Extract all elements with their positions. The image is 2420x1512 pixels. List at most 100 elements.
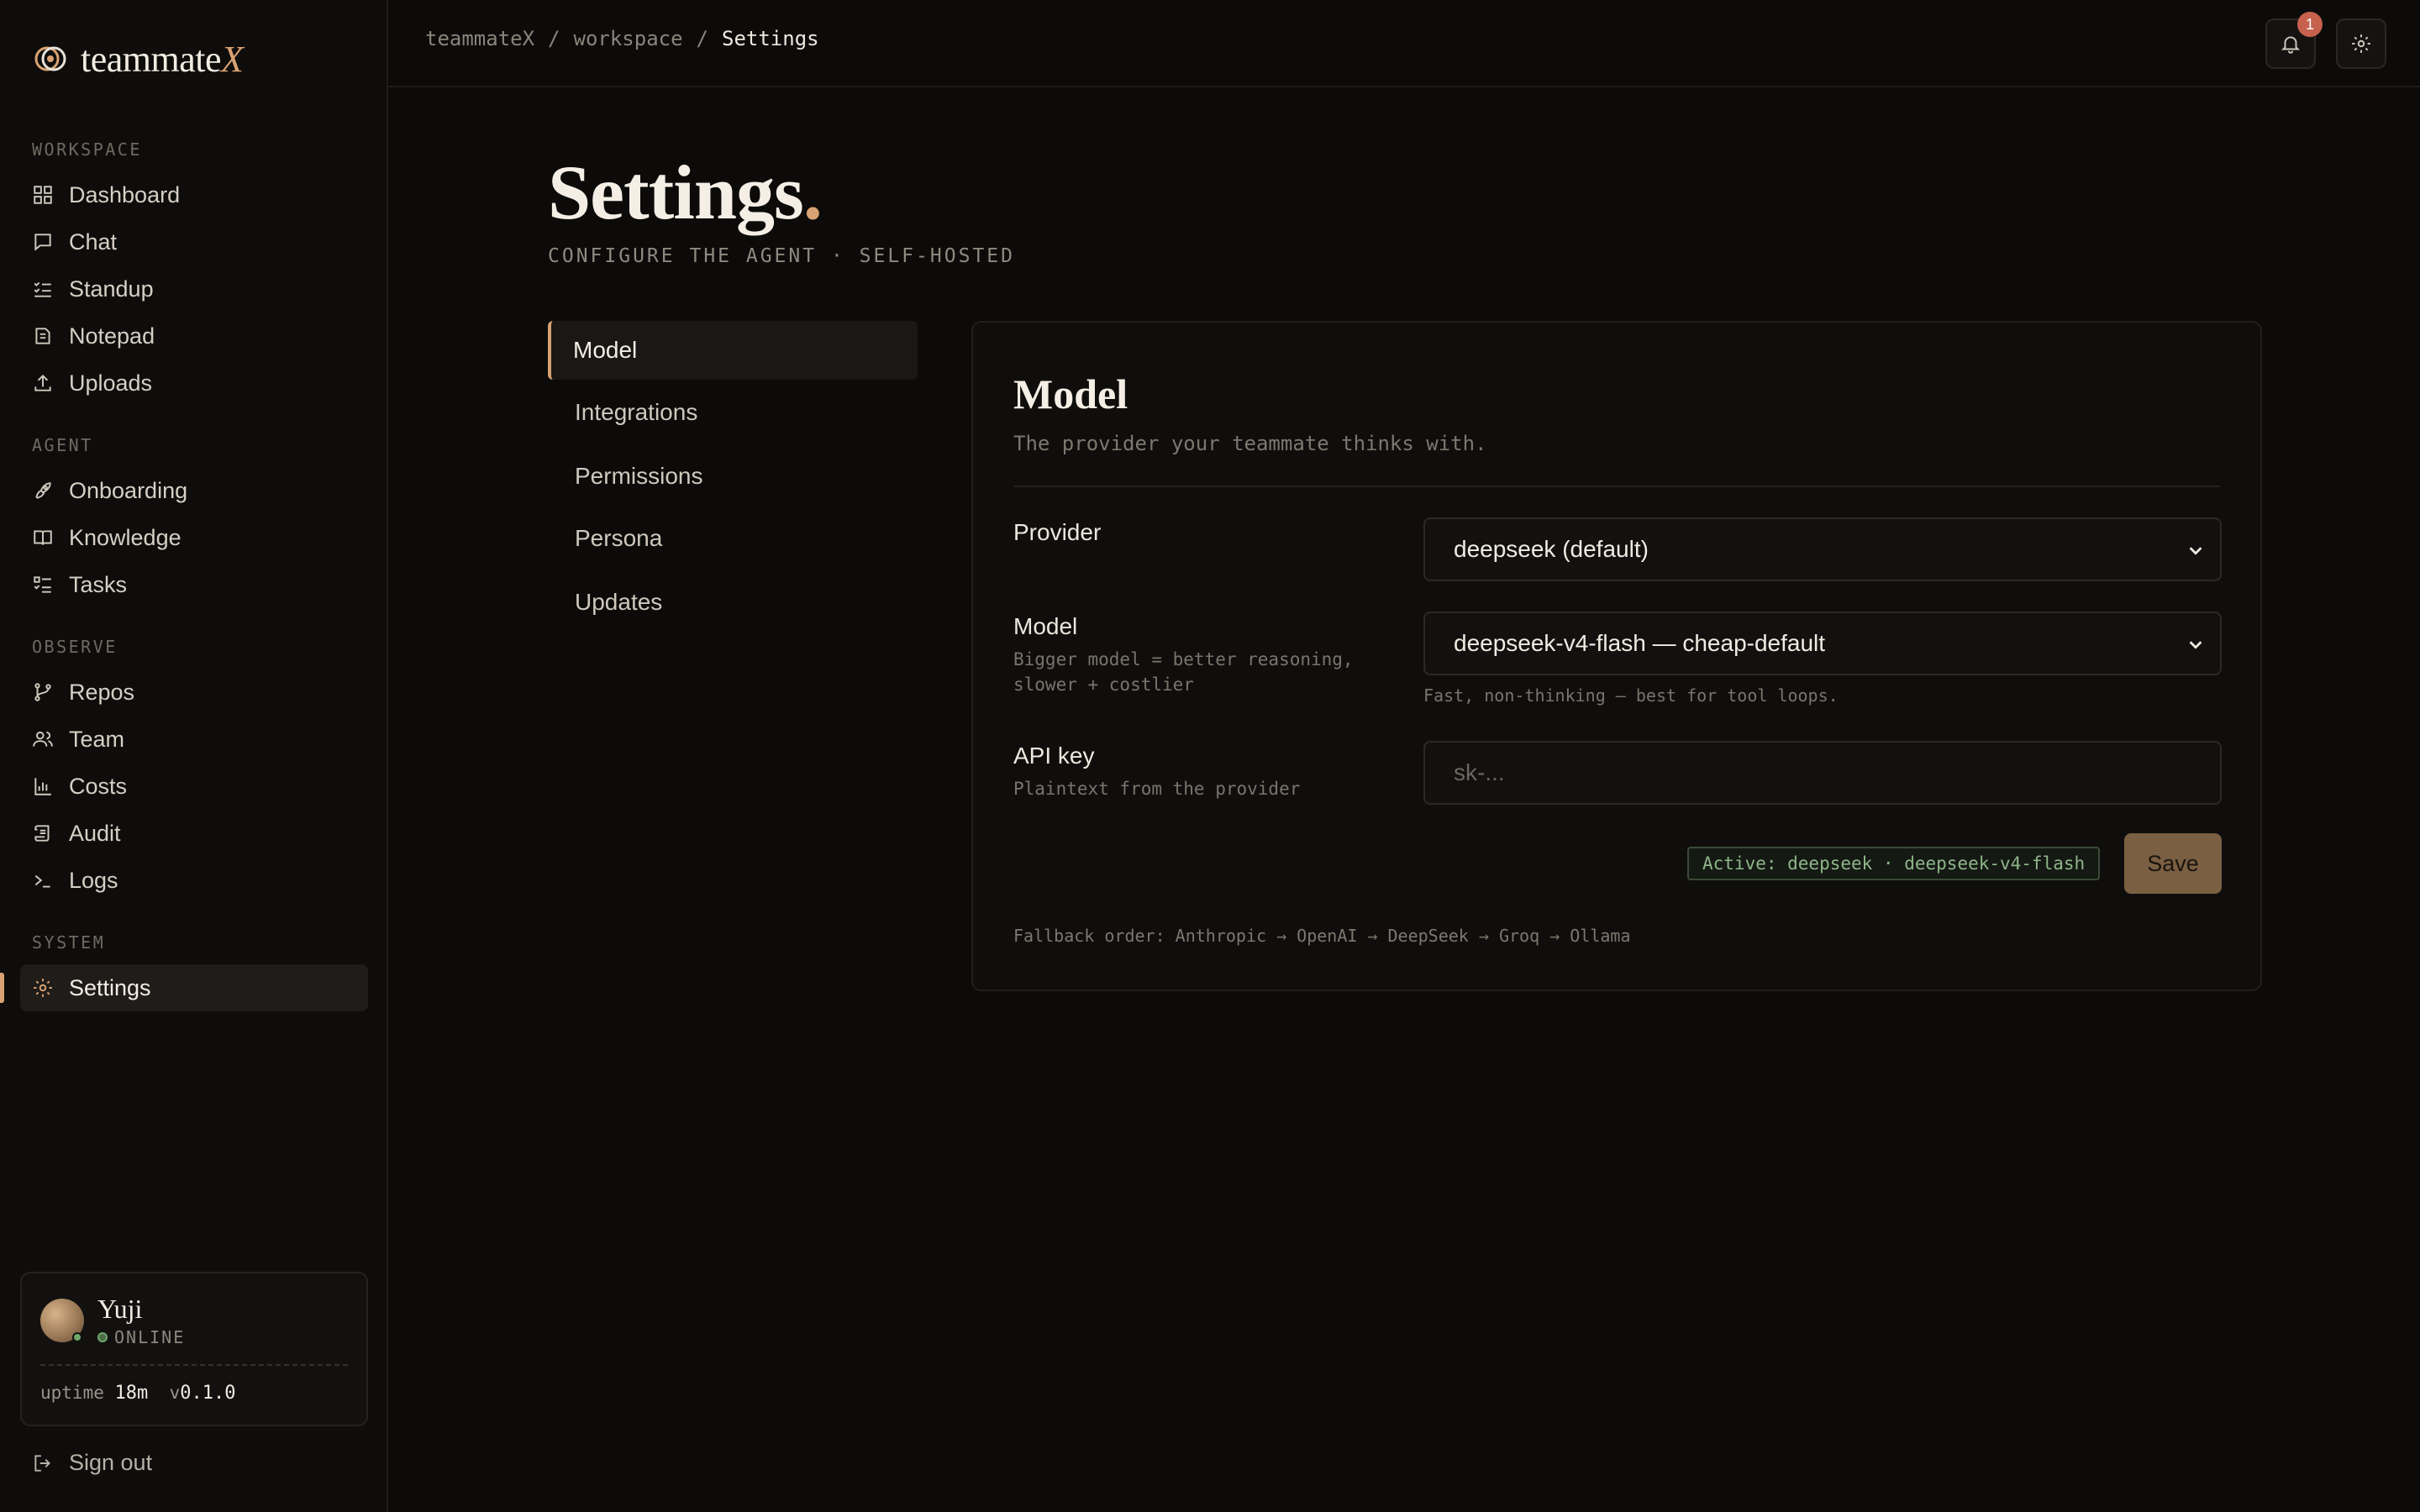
panel-title: Model [1013, 370, 1128, 417]
panel-subtitle: The provider your teammate thinks with. [1013, 432, 1487, 455]
sidebar-item-costs[interactable]: Costs [20, 763, 368, 810]
divider [1013, 486, 2220, 487]
settings-button[interactable] [2336, 18, 2386, 69]
rocket-icon [35, 482, 51, 499]
nav-section-workspace: WORKSPACE [32, 139, 142, 160]
fallback-order: Fallback order: Anthropic → OpenAI → Dee… [1013, 926, 1631, 946]
sidebar-item-label: Repos [69, 679, 135, 705]
sidebar-item-knowledge[interactable]: Knowledge [20, 514, 368, 561]
gear-icon [2352, 34, 2370, 53]
model-label: Model [1013, 613, 1078, 639]
sidebar-item-label: Tasks [69, 571, 128, 597]
sidebar-item-label: Dashboard [69, 181, 181, 207]
breadcrumb: teammateX / workspace / Settings [425, 27, 819, 50]
sidebar-item-uploads[interactable]: Uploads [20, 360, 368, 407]
chevron-down-icon [2189, 547, 2202, 555]
avatar-status-dot [72, 1332, 82, 1342]
tab-integrations[interactable]: Integrations [548, 383, 918, 442]
sidebar-item-dashboard[interactable]: Dashboard [20, 171, 368, 218]
sign-out-button[interactable]: Sign out [32, 1450, 152, 1476]
sidebar-item-chat[interactable]: Chat [20, 218, 368, 265]
nav-section-observe: OBSERVE [32, 637, 118, 657]
users-icon [33, 731, 53, 747]
logo-icon [34, 46, 66, 71]
api-key-label: API key [1013, 743, 1095, 769]
chevron-down-icon [2189, 641, 2202, 649]
page-subtitle: CONFIGURE THE AGENT · SELF-HOSTED [548, 245, 1015, 267]
sidebar-item-label: Logs [69, 867, 118, 893]
provider-select[interactable]: deepseek (default) [1423, 517, 2222, 581]
brand-name: teammateX [81, 38, 244, 80]
chat-icon [34, 234, 51, 251]
model-help: Bigger model = better reasoning, slower … [1013, 649, 1354, 695]
model-select[interactable]: deepseek-v4-flash — cheap-default [1423, 612, 2222, 675]
bell-icon [2281, 36, 2301, 54]
notification-badge: 1 [2297, 12, 2323, 37]
sidebar-item-label: Audit [69, 820, 121, 846]
brand[interactable]: teammateX [32, 34, 244, 84]
sidebar-item-notepad[interactable]: Notepad [20, 312, 368, 360]
sidebar-item-label: Knowledge [69, 524, 182, 550]
nav-section-system: SYSTEM [32, 932, 106, 953]
git-branch-icon [34, 683, 51, 701]
topbar: teammateX / workspace / Settings 1 [388, 0, 2420, 87]
sidebar-item-label: Uploads [69, 370, 153, 396]
tasks-icon [34, 576, 51, 593]
api-key-input[interactable]: sk-... [1423, 741, 2222, 805]
tab-persona[interactable]: Persona [548, 509, 918, 568]
sidebar-item-team[interactable]: Team [20, 716, 368, 763]
user-meta: uptime 18m v0.1.0 [40, 1383, 236, 1404]
breadcrumb-separator: / [548, 27, 560, 50]
breadcrumb-separator: / [696, 27, 708, 50]
gear-icon [34, 979, 52, 997]
breadcrumb-item-root[interactable]: teammateX [425, 27, 534, 50]
sign-out-label: Sign out [69, 1450, 153, 1475]
bar-chart-icon [34, 778, 51, 795]
online-dot-icon [97, 1332, 108, 1342]
tab-updates[interactable]: Updates [548, 573, 918, 632]
sidebar-item-label: Onboarding [69, 477, 188, 503]
user-card[interactable]: Yuji ONLINE uptime 18m v0.1.0 [20, 1272, 368, 1426]
checklist-icon [34, 281, 51, 297]
sidebar-item-label: Settings [69, 974, 151, 1000]
sidebar-item-repos[interactable]: Repos [20, 669, 368, 716]
terminal-icon [34, 874, 50, 888]
sign-out-icon [34, 1454, 50, 1472]
user-status: ONLINE [97, 1327, 185, 1347]
sidebar-item-label: Standup [69, 276, 154, 302]
sidebar-item-label: Notepad [69, 323, 155, 349]
scroll-icon [34, 825, 50, 842]
model-note: Fast, non-thinking — best for tool loops… [1423, 685, 1839, 706]
provider-label: Provider [1013, 519, 1102, 545]
model-settings-panel: Model The provider your teammate thinks … [971, 321, 2262, 991]
notifications-button[interactable]: 1 [2265, 12, 2323, 69]
sidebar-item-onboarding[interactable]: Onboarding [20, 467, 368, 514]
breadcrumb-item-current: Settings [722, 27, 819, 50]
sidebar: teammateX WORKSPACE Dashboard Chat Stand… [0, 0, 388, 1512]
user-name: Yuji [97, 1294, 143, 1324]
upload-icon [34, 374, 51, 391]
book-icon [34, 530, 52, 545]
dashboard-icon [34, 186, 52, 204]
api-key-placeholder: sk-... [1454, 759, 1505, 785]
sidebar-item-logs[interactable]: Logs [20, 857, 368, 904]
sidebar-item-label: Chat [69, 228, 118, 255]
notepad-icon [35, 328, 50, 344]
nav-section-agent: AGENT [32, 435, 93, 455]
sidebar-item-audit[interactable]: Audit [20, 810, 368, 857]
model-select-value: deepseek-v4-flash — cheap-default [1454, 630, 1826, 656]
sidebar-item-tasks[interactable]: Tasks [20, 561, 368, 608]
sidebar-item-settings[interactable]: Settings [20, 964, 368, 1011]
tab-model[interactable]: Model [548, 321, 918, 380]
save-button[interactable]: Save [2124, 833, 2222, 894]
page-title: Settings. [548, 150, 823, 235]
breadcrumb-item-workspace[interactable]: workspace [574, 27, 683, 50]
uptime-value: 18m [114, 1383, 149, 1404]
sidebar-item-standup[interactable]: Standup [20, 265, 368, 312]
provider-select-value: deepseek (default) [1454, 536, 1649, 562]
divider [40, 1364, 348, 1366]
active-provider-badge: Active: deepseek · deepseek-v4-flash [1687, 847, 2101, 880]
version-value: 0.1.0 [180, 1383, 236, 1404]
tab-permissions[interactable]: Permissions [548, 447, 918, 506]
sidebar-item-label: Costs [69, 773, 128, 799]
